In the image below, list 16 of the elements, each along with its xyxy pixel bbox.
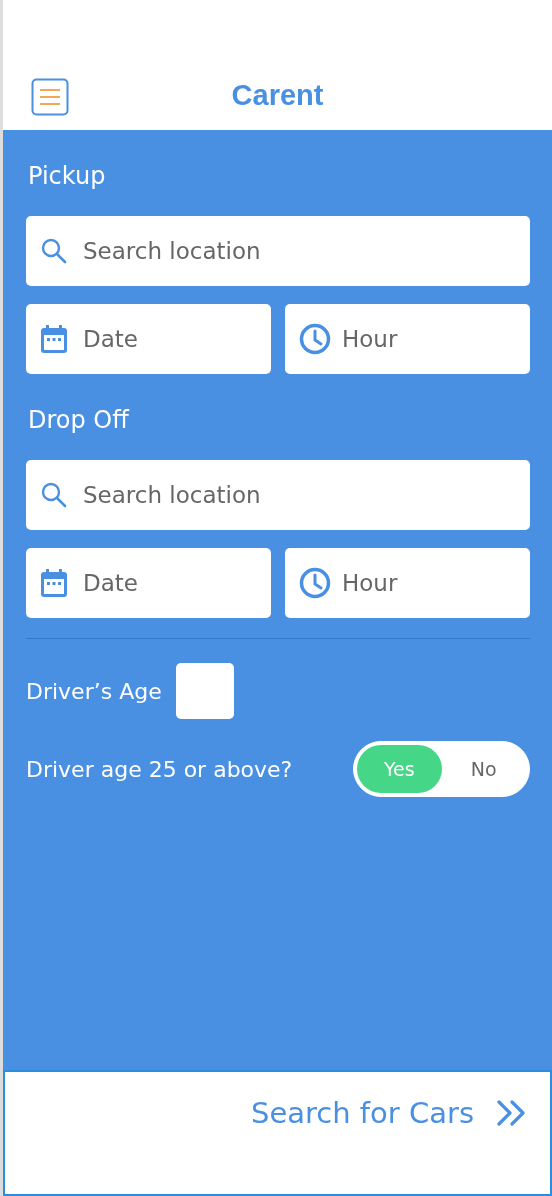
section-label: Pickup: [28, 162, 107, 190]
location-field[interactable]: Search location: [26, 460, 530, 530]
section-label: Drop Off: [28, 406, 131, 434]
age-label: Driver’s Age: [26, 678, 162, 704]
date-field[interactable]: Date: [26, 548, 271, 618]
double-chevron-icon: [496, 1099, 526, 1127]
hour-field[interactable]: Hour: [285, 304, 530, 374]
app-title: Carent: [231, 79, 324, 113]
age-question: Driver age 25 or above?: [26, 756, 293, 782]
toggle-option[interactable]: Yes: [357, 745, 442, 793]
menu-icon[interactable]: [31, 78, 69, 116]
date-field[interactable]: Date: [26, 304, 271, 374]
age-input[interactable]: [175, 663, 234, 719]
location-field[interactable]: Search location: [26, 216, 530, 286]
toggle-option[interactable]: No: [441, 745, 526, 793]
hour-field[interactable]: Hour: [285, 548, 530, 618]
